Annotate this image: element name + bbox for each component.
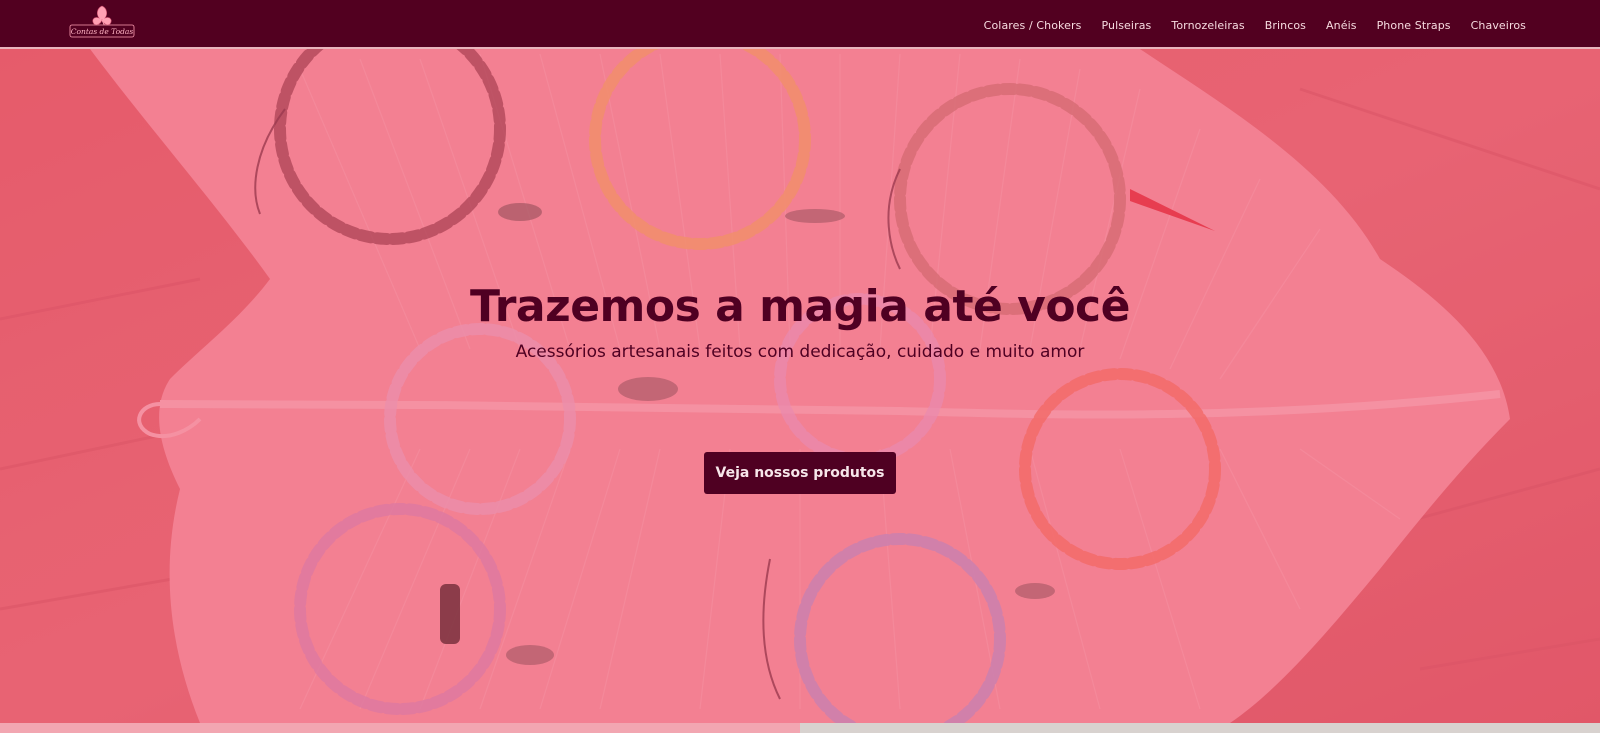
hero-section: Trazemos a magia até você Acessórios art… — [0, 49, 1600, 723]
brand-logo-link[interactable]: Contas de Todas — [66, 3, 138, 45]
next-section-left — [0, 723, 800, 733]
nav-item-brincos: Brincos — [1265, 14, 1306, 33]
nav-link-tornozeleiras[interactable]: Tornozeleiras — [1171, 19, 1244, 32]
nav-link-pulseiras[interactable]: Pulseiras — [1101, 19, 1151, 32]
nav-link-chaveiros[interactable]: Chaveiros — [1471, 19, 1526, 32]
brand-logo: Contas de Todas — [69, 5, 135, 37]
nav-item-chaveiros: Chaveiros — [1471, 14, 1526, 33]
hero-content: Trazemos a magia até você Acessórios art… — [0, 49, 1600, 723]
nav-item-tornozeleiras: Tornozeleiras — [1171, 14, 1244, 33]
hero-title: Trazemos a magia até você — [470, 281, 1130, 332]
nav-link-phone-straps[interactable]: Phone Straps — [1377, 19, 1451, 32]
next-section-right — [800, 723, 1600, 733]
view-products-button[interactable]: Veja nossos produtos — [704, 452, 896, 494]
top-navbar: Contas de Todas Colares / Chokers Pulsei… — [0, 0, 1600, 49]
nav-item-colares-chokers: Colares / Chokers — [984, 14, 1082, 33]
next-section-preview — [0, 723, 1600, 733]
nav-item-aneis: Anéis — [1326, 14, 1357, 33]
hero-subtitle: Acessórios artesanais feitos com dedicaç… — [515, 342, 1085, 362]
nav-link-brincos[interactable]: Brincos — [1265, 19, 1306, 32]
nav-item-pulseiras: Pulseiras — [1101, 14, 1151, 33]
nav-item-phone-straps: Phone Straps — [1377, 14, 1451, 33]
nav-link-colares-chokers[interactable]: Colares / Chokers — [984, 19, 1082, 32]
nav-menu: Colares / Chokers Pulseiras Tornozeleira… — [984, 14, 1526, 33]
logo-text: Contas de Todas — [71, 27, 134, 36]
nav-link-aneis[interactable]: Anéis — [1326, 19, 1357, 32]
